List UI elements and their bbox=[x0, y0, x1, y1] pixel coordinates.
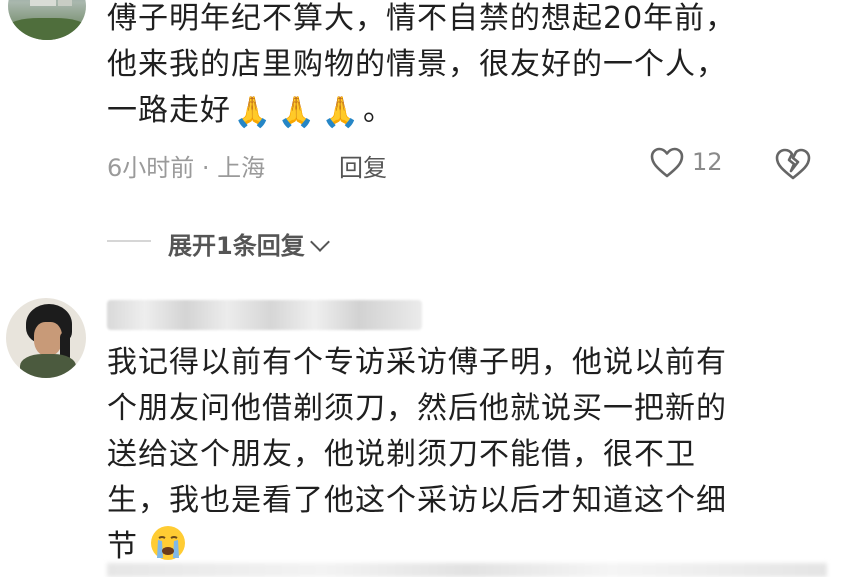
expand-replies-button[interactable]: 展开1条回复 bbox=[168, 226, 330, 261]
comment-line: 个朋友问他借剃须刀，然后他就说买一把新的 bbox=[107, 391, 727, 426]
username-blurred[interactable] bbox=[107, 300, 422, 330]
divider bbox=[107, 240, 151, 242]
reply-button[interactable]: 回复 bbox=[339, 148, 387, 183]
comment-line: 我记得以前有个专访采访傅子明，他说以前有 bbox=[107, 345, 727, 380]
avatar[interactable] bbox=[8, 0, 86, 40]
comment-line: 生，我也是看了他这个采访以后才知道这个细 bbox=[107, 483, 727, 518]
comment-line: 送给这个朋友，他说剃须刀不能借，很不卫 bbox=[107, 437, 696, 472]
comment-text: 傅子明年纪不算大，情不自禁的想起20年前， 他来我的店里购物的情景，很友好的一个… bbox=[107, 0, 847, 134]
praying-hands-emoji: 🙏 bbox=[321, 95, 361, 130]
praying-hands-emoji: 🙏 bbox=[277, 95, 317, 130]
praying-hands-emoji: 🙏 bbox=[233, 95, 273, 130]
avatar[interactable] bbox=[6, 298, 86, 378]
comment-meta: 6小时前 · 上海 bbox=[107, 154, 266, 182]
chevron-down-icon bbox=[309, 232, 330, 252]
heart-icon[interactable] bbox=[650, 146, 684, 180]
comment-text: 我记得以前有个专访采访傅子明，他说以前有 个朋友问他借剃须刀，然后他就说买一把新… bbox=[107, 340, 852, 570]
like-count: 12 bbox=[692, 148, 723, 176]
crying-face-emoji bbox=[150, 526, 185, 560]
comment-line: 傅子明年纪不算大，情不自禁的想起20年前， bbox=[107, 1, 737, 36]
broken-heart-icon[interactable] bbox=[775, 146, 811, 182]
comment-line: 他来我的店里购物的情景，很友好的一个人， bbox=[107, 47, 727, 82]
comment-line: 一路走好🙏 🙏 🙏。 bbox=[107, 93, 394, 130]
